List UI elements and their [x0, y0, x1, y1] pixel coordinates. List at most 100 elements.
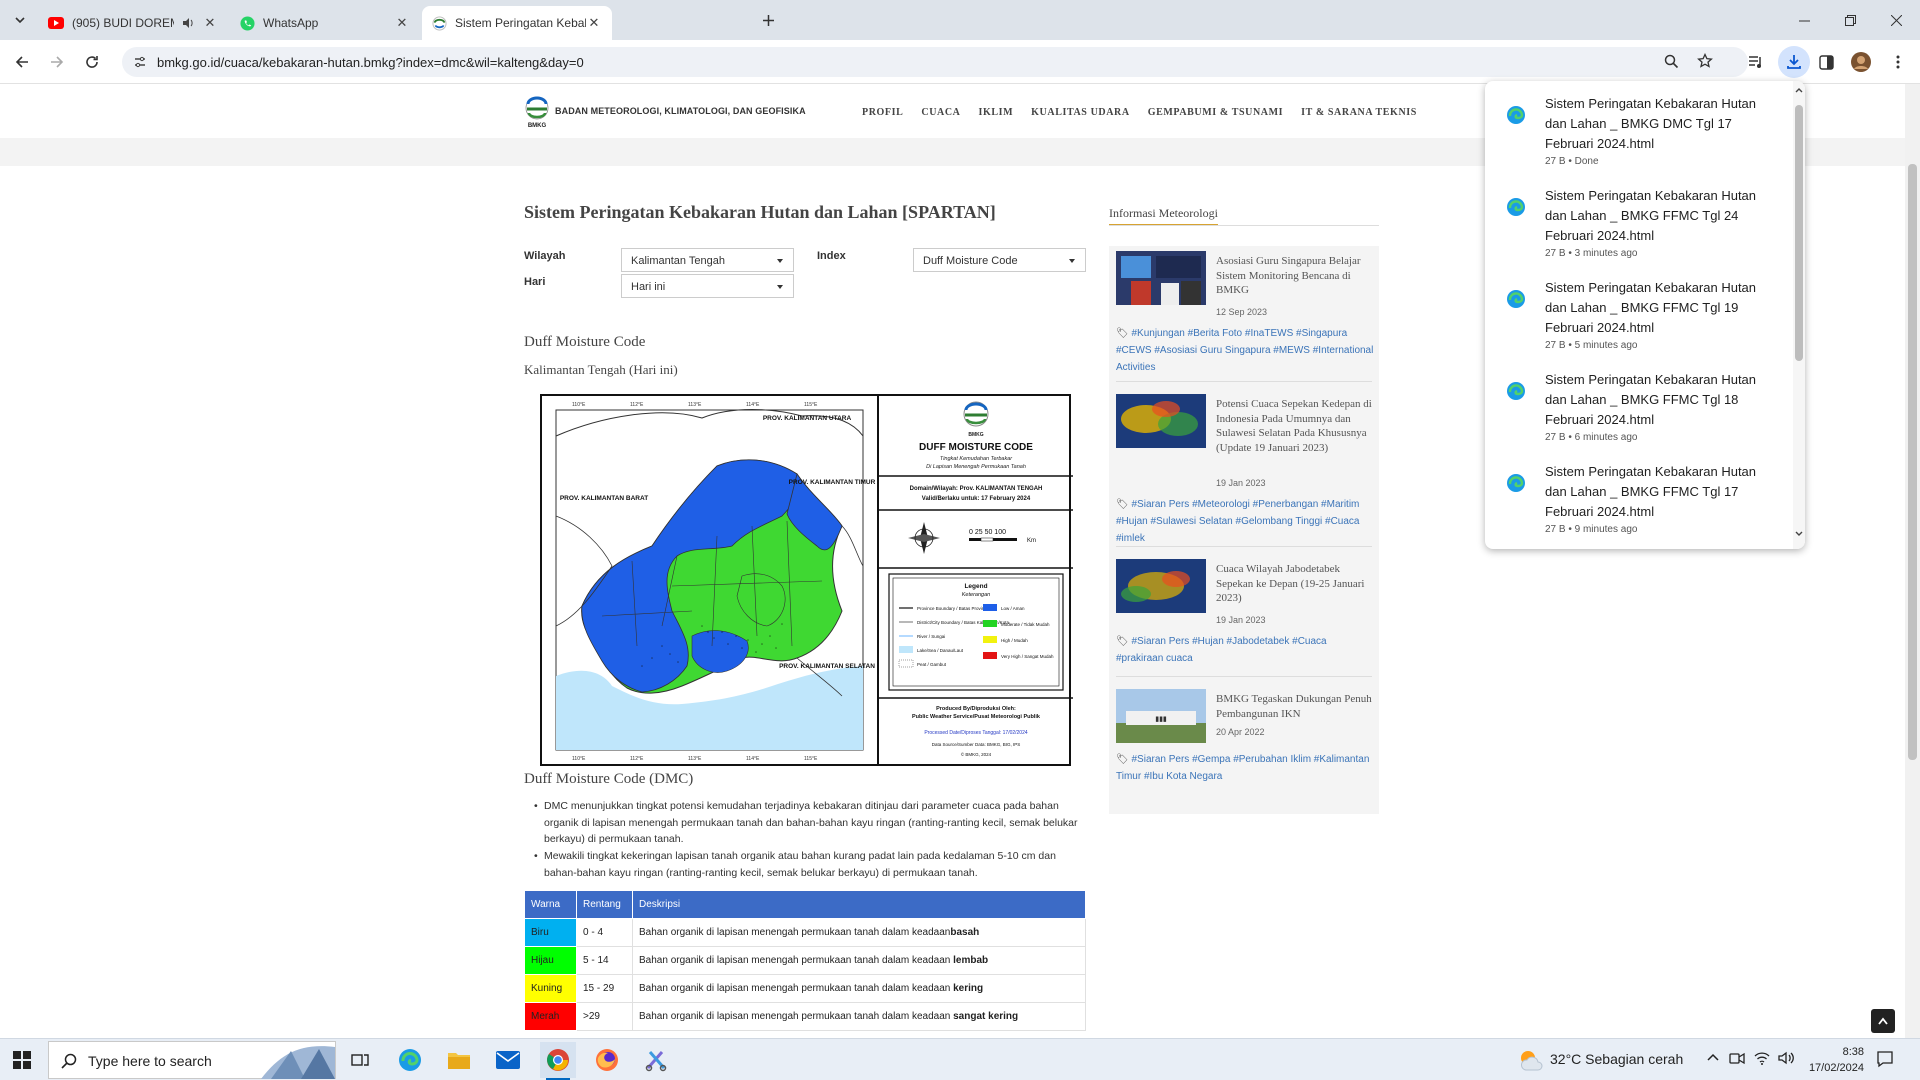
chrome-app-icon[interactable]	[540, 1042, 576, 1080]
news-title[interactable]: Potensi Cuaca Sepekan Kedepan di Indones…	[1216, 397, 1376, 455]
browser-tab-bar: (905) BUDI DOREMI - FULL ✕ WhatsApp ✕ Si…	[0, 0, 1920, 40]
forward-icon[interactable]	[45, 50, 69, 74]
bmkg-logo[interactable]: BMKG	[524, 96, 550, 128]
deskripsi-cell: Bahan organik di lapisan menengah permuk…	[632, 974, 1086, 1003]
weather-icon[interactable]	[1518, 1048, 1544, 1072]
restore-icon[interactable]	[1838, 10, 1862, 30]
tag-icon: 🏷	[1116, 328, 1132, 339]
news-title[interactable]: Asosiasi Guru Singapura Belajar Sistem M…	[1216, 254, 1376, 298]
nav-it-sarana[interactable]: IT & SARANA TEKNIS	[1301, 107, 1417, 118]
bookmark-star-icon[interactable]	[1697, 53, 1713, 69]
download-filename[interactable]: Sistem Peringatan Kebakaran Hutan dan La…	[1545, 186, 1775, 246]
download-item[interactable]: Sistem Peringatan Kebakaran Hutan dan La…	[1485, 88, 1793, 180]
zoom-icon[interactable]	[1664, 54, 1679, 69]
site-info-icon[interactable]	[133, 55, 147, 69]
table-row: Kuning 15 - 29 Bahan organik di lapisan …	[524, 974, 1086, 1003]
news-title[interactable]: Cuaca Wilayah Jabodetabek Sepekan ke Dep…	[1216, 562, 1376, 606]
minimize-icon[interactable]	[1792, 10, 1816, 30]
hari-label: Hari	[524, 276, 546, 288]
reload-icon[interactable]	[80, 50, 104, 74]
download-item[interactable]: Sistem Peringatan Kebakaran Hutan dan La…	[1485, 364, 1793, 456]
svg-text:Keterangan: Keterangan	[962, 592, 990, 598]
nav-kualitas-udara[interactable]: KUALITAS UDARA	[1031, 107, 1130, 118]
system-clock[interactable]: 8:38 17/02/2024	[1796, 1044, 1864, 1076]
mail-icon[interactable]	[490, 1042, 526, 1078]
firefox-icon[interactable]	[589, 1042, 625, 1078]
tab-spartan[interactable]: Sistem Peringatan Kebakaran H ✕	[422, 6, 612, 40]
wifi-icon[interactable]	[1754, 1050, 1770, 1066]
news-item[interactable]: Cuaca Wilayah Jabodetabek Sepekan ke Dep…	[1116, 559, 1374, 669]
tab-youtube[interactable]: (905) BUDI DOREMI - FULL ✕	[38, 6, 228, 40]
news-item[interactable]: Asosiasi Guru Singapura Belajar Sistem M…	[1116, 251, 1376, 373]
news-tags[interactable]: 🏷 #Siaran Pers #Hujan #Jabodetabek #Cuac…	[1116, 633, 1376, 667]
news-tags[interactable]: 🏷 #Siaran Pers #Meteorologi #Penerbangan…	[1116, 496, 1376, 547]
download-icon[interactable]	[1778, 46, 1810, 78]
edge-file-icon	[1506, 197, 1526, 217]
news-thumbnail[interactable]: ▮▮▮	[1116, 689, 1206, 743]
news-tags[interactable]: 🏷 #Kunjungan #Berita Foto #InaTEWS #Sing…	[1116, 325, 1376, 376]
news-date: 12 Sep 2023	[1216, 307, 1268, 317]
page-scrollbar[interactable]	[1905, 84, 1920, 1038]
map-area: PROV. KALIMANTAN UTARA PROV. KALIMANTAN …	[542, 396, 877, 764]
news-item[interactable]: Potensi Cuaca Sepekan Kedepan di Indones…	[1116, 394, 1376, 544]
windows-start-icon[interactable]	[4, 1042, 40, 1078]
col-header-rentang: Rentang	[576, 890, 633, 919]
taskbar-search[interactable]: Type here to search	[48, 1041, 336, 1079]
more-menu-icon[interactable]	[1886, 50, 1910, 74]
hari-value: Hari ini	[631, 281, 666, 293]
wilayah-select[interactable]: Kalimantan Tengah	[621, 248, 794, 272]
search-highlight-image	[261, 1043, 335, 1079]
bullet-dot: •	[534, 850, 538, 862]
nav-cuaca[interactable]: CUACA	[921, 107, 960, 118]
windows-taskbar: Type here to search 32°C Sebagian cerah …	[0, 1038, 1920, 1080]
media-control-icon[interactable]	[1744, 50, 1768, 74]
scrollbar-thumb[interactable]	[1908, 164, 1917, 760]
notification-icon[interactable]	[1876, 1050, 1894, 1068]
close-icon[interactable]: ✕	[202, 15, 218, 31]
download-filename[interactable]: Sistem Peringatan Kebakaran Hutan dan La…	[1545, 278, 1775, 338]
download-item[interactable]: Sistem Peringatan Kebakaran Hutan dan La…	[1485, 456, 1793, 548]
meet-now-icon[interactable]	[1729, 1050, 1745, 1066]
snipping-tool-icon[interactable]	[638, 1042, 674, 1078]
tab-whatsapp[interactable]: WhatsApp ✕	[230, 6, 420, 40]
back-to-top-button[interactable]	[1871, 1009, 1895, 1033]
address-bar[interactable]: bmkg.go.id/cuaca/kebakaran-hutan.bmkg?in…	[122, 47, 1748, 77]
close-icon[interactable]: ✕	[586, 15, 602, 31]
volume-icon[interactable]	[1778, 1050, 1794, 1066]
svg-text:112°E: 112°E	[630, 402, 644, 408]
index-label: Index	[817, 250, 846, 262]
index-select[interactable]: Duff Moisture Code	[913, 248, 1086, 272]
download-filename[interactable]: Sistem Peringatan Kebakaran Hutan dan La…	[1545, 370, 1775, 430]
file-explorer-icon[interactable]	[441, 1042, 477, 1078]
download-filename[interactable]: Sistem Peringatan Kebakaran Hutan dan La…	[1545, 94, 1775, 154]
index-value: Duff Moisture Code	[923, 255, 1018, 267]
nav-gempabumi[interactable]: GEMPABUMI & TSUNAMI	[1148, 107, 1283, 118]
download-filename[interactable]: Sistem Peringatan Kebakaran Hutan dan La…	[1545, 462, 1775, 522]
edge-app-icon[interactable]	[392, 1042, 428, 1078]
close-icon[interactable]: ✕	[394, 15, 410, 31]
side-panel-icon[interactable]	[1814, 50, 1838, 74]
speaker-icon[interactable]	[182, 17, 194, 29]
news-thumbnail[interactable]	[1116, 251, 1206, 305]
chevron-up-icon[interactable]	[1706, 1052, 1720, 1062]
scrollbar-thumb[interactable]	[1795, 105, 1803, 361]
news-thumbnail[interactable]	[1116, 559, 1206, 613]
back-icon[interactable]	[10, 50, 34, 74]
task-view-icon[interactable]	[342, 1042, 378, 1078]
news-item[interactable]: ▮▮▮ BMKG Tegaskan Dukungan Penuh Pembang…	[1116, 689, 1374, 799]
new-tab-icon[interactable]	[756, 8, 780, 32]
weather-text[interactable]: 32°C Sebagian cerah	[1550, 1051, 1683, 1067]
download-item[interactable]: Sistem Peringatan Kebakaran Hutan dan La…	[1485, 180, 1793, 272]
nav-profil[interactable]: PROFIL	[862, 107, 903, 118]
news-title[interactable]: BMKG Tegaskan Dukungan Penuh Pembangunan…	[1216, 692, 1376, 721]
close-window-icon[interactable]	[1884, 10, 1908, 30]
download-item[interactable]: Sistem Peringatan Kebakaran Hutan dan La…	[1485, 272, 1793, 364]
downloads-scrollbar[interactable]	[1793, 81, 1805, 549]
clock-date: 17/02/2024	[1808, 1062, 1864, 1074]
news-tags[interactable]: 🏷 #Siaran Pers #Gempa #Perubahan Iklim #…	[1116, 751, 1376, 785]
nav-iklim[interactable]: IKLIM	[979, 107, 1014, 118]
profile-avatar[interactable]	[1849, 50, 1873, 74]
tab-search-icon[interactable]	[8, 8, 32, 32]
news-thumbnail[interactable]	[1116, 394, 1206, 448]
hari-select[interactable]: Hari ini	[621, 274, 794, 298]
